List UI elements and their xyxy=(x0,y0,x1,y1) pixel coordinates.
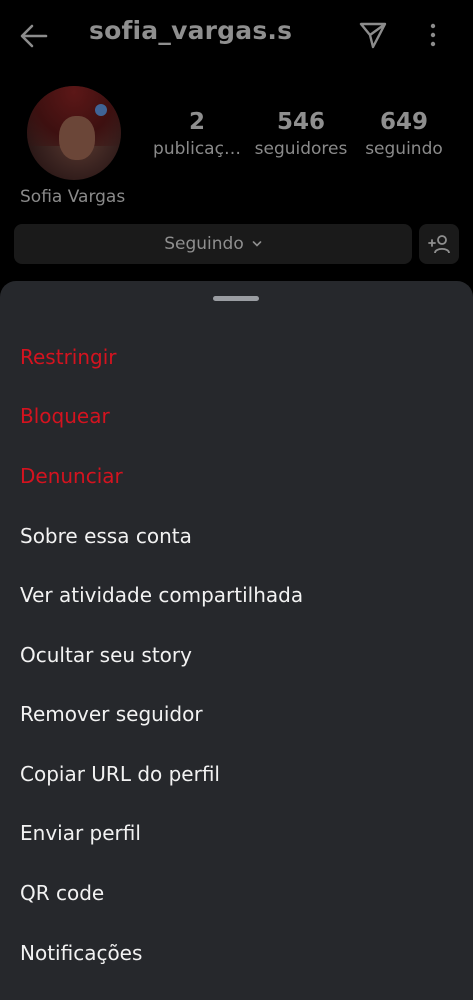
menu-item-remove-follower[interactable]: Remover seguidor xyxy=(0,684,473,743)
stat-followers-label: seguidores xyxy=(254,139,348,159)
following-button[interactable]: Seguindo xyxy=(14,224,412,264)
stat-posts-label: publicaç… xyxy=(153,139,241,159)
dimmed-profile-header: sofia_vargas.s 2 publicaç… 546 seguidore… xyxy=(0,0,473,290)
menu-item-label: Denunciar xyxy=(20,463,123,488)
chevron-down-icon xyxy=(252,241,262,247)
menu-item-copy-profile-url[interactable]: Copiar URL do perfil xyxy=(0,744,473,803)
menu-item-label: Notificações xyxy=(20,940,143,965)
stat-followers-count: 546 xyxy=(276,109,325,135)
stat-posts[interactable]: 2 publicaç… xyxy=(146,108,248,162)
menu-item-share-profile[interactable]: Enviar perfil xyxy=(0,803,473,862)
menu-item-label: Ver atividade compartilhada xyxy=(20,582,304,607)
add-person-icon xyxy=(428,235,450,254)
menu-item-label: Restringir xyxy=(20,344,117,369)
profile-avatar[interactable] xyxy=(27,86,121,180)
menu-item-label: Ocultar seu story xyxy=(20,642,192,667)
stat-posts-count: 2 xyxy=(188,109,205,135)
stat-following-label: seguindo xyxy=(365,139,443,159)
top-bar: sofia_vargas.s xyxy=(0,0,473,72)
back-arrow-icon[interactable] xyxy=(18,20,50,52)
menu-item-notifications[interactable]: Notificações xyxy=(0,923,473,982)
menu-item-about-account[interactable]: Sobre essa conta xyxy=(0,506,473,565)
stat-followers[interactable]: 546 seguidores xyxy=(252,108,350,162)
options-bottom-sheet: Restringir Bloquear Denunciar Sobre essa… xyxy=(0,281,473,1000)
sheet-drag-handle[interactable] xyxy=(213,296,259,301)
menu-item-label: Bloquear xyxy=(20,403,110,428)
send-icon[interactable] xyxy=(358,20,388,50)
profile-username: sofia_vargas.s xyxy=(89,16,293,45)
menu-item-hide-story[interactable]: Ocultar seu story xyxy=(0,625,473,684)
profile-screen: sofia_vargas.s 2 publicaç… 546 seguidore… xyxy=(0,0,473,1000)
profile-full-name: Sofia Vargas xyxy=(20,187,126,207)
menu-item-label: Remover seguidor xyxy=(20,701,203,726)
more-vertical-icon[interactable] xyxy=(422,20,444,50)
menu-item-label: Copiar URL do perfil xyxy=(20,761,220,786)
menu-item-label: Enviar perfil xyxy=(20,820,141,845)
following-button-label: Seguindo xyxy=(164,234,244,254)
stat-following[interactable]: 649 seguindo xyxy=(360,108,448,162)
suggested-people-button[interactable] xyxy=(419,224,459,264)
menu-item-shared-activity[interactable]: Ver atividade compartilhada xyxy=(0,565,473,624)
menu-item-label: Sobre essa conta xyxy=(20,523,192,548)
menu-item-qr-code[interactable]: QR code xyxy=(0,863,473,922)
menu-item-block[interactable]: Bloquear xyxy=(0,386,473,445)
menu-item-restrict[interactable]: Restringir xyxy=(0,327,473,386)
menu-item-report[interactable]: Denunciar xyxy=(0,446,473,505)
stat-following-count: 649 xyxy=(379,109,428,135)
menu-item-label: QR code xyxy=(20,880,105,905)
